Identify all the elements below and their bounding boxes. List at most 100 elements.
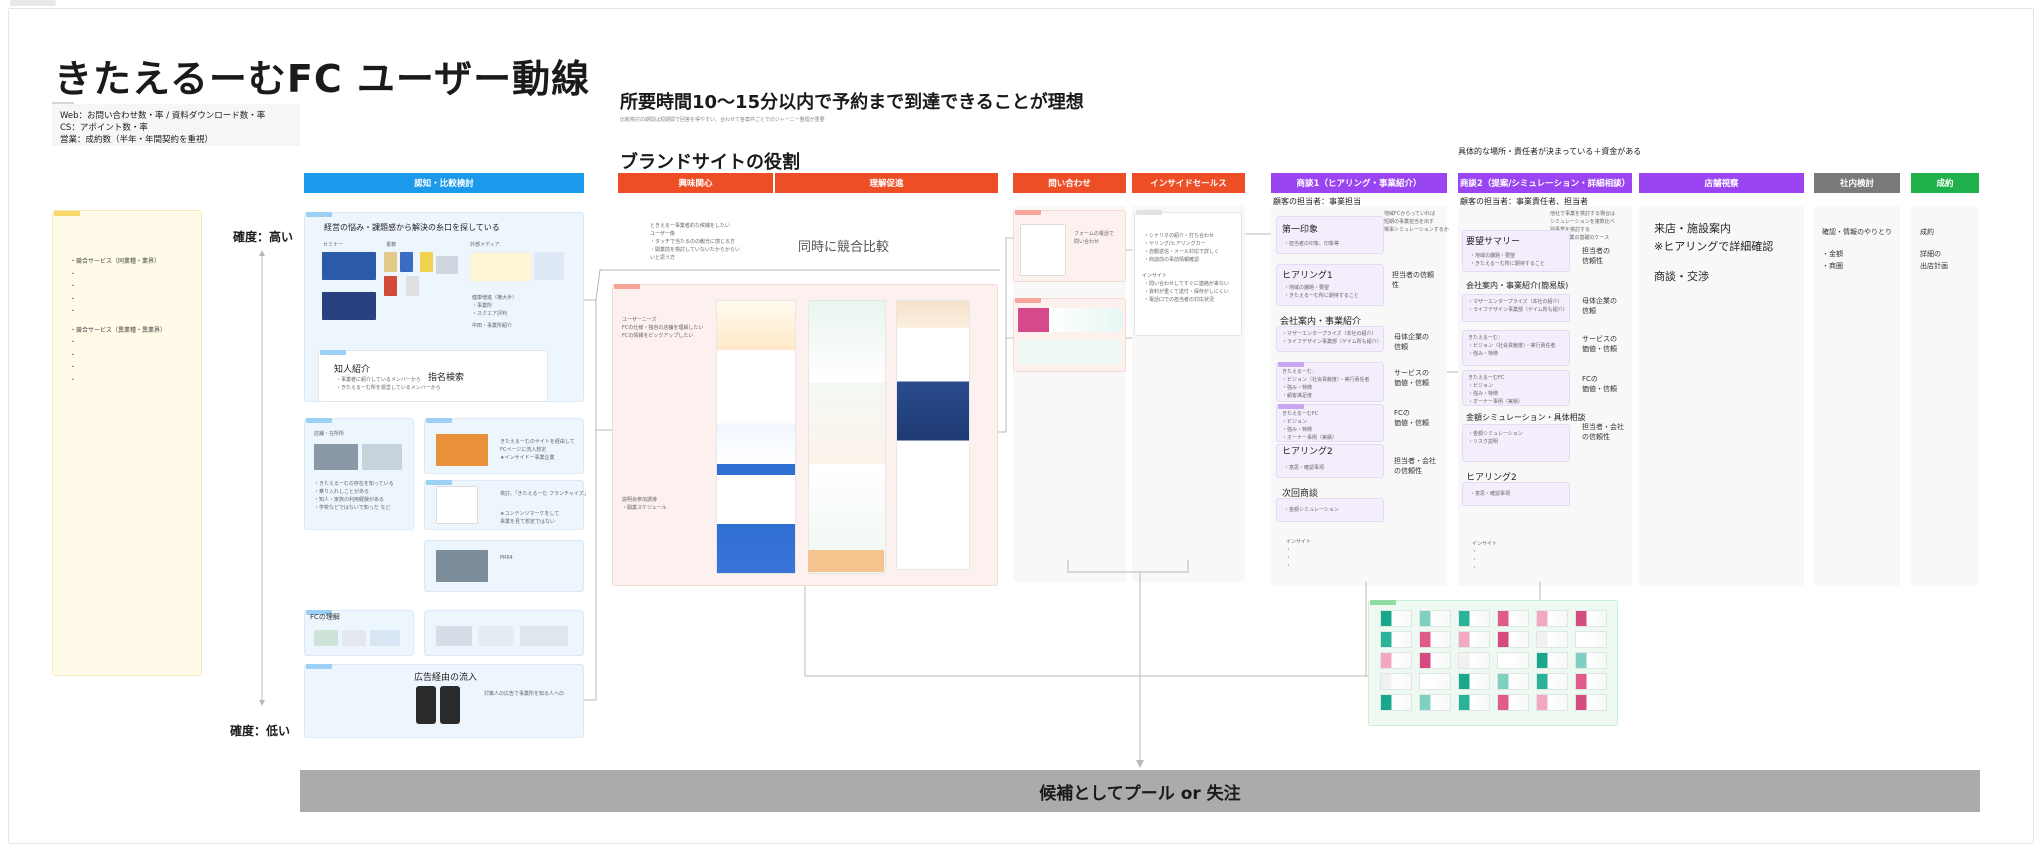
book-thumbnail [420,252,433,272]
compare-note: 同時に競合比較 [798,240,890,255]
meeting2-insight: インサイト ・ ・ ・ [1472,540,1497,572]
meeting2-trust-service: サービスの 価値・信頼 [1582,334,1617,354]
schedule-line: 説明会参加誘導 [622,497,658,503]
trust-line: 価値・信頼 [1394,419,1429,427]
trust-line: サービスの [1582,335,1617,343]
schedule-line: ・開業スケジュール [622,505,667,511]
trust-line: 担当者・会社 [1394,457,1436,465]
fc-detail-thumbnail [436,626,472,646]
kitaeru-lines: きたえるーむ： ・ビジョン（社会貢献度）・実行責任者 ・強み・特徴 ・顧客満足度 [1282,368,1370,400]
phone-mockup [416,686,436,724]
m2-hearing2-lines: ・意思・確認事項 [1470,491,1511,497]
company-intro-lines: ・マザーエンタープライズ（本社の紹介） ・ライフデザイン事業部（ゲイム所も紹介） [1282,330,1382,346]
trust-line: 担当者・会社 [1582,423,1624,431]
slide-thumbnail [1497,652,1529,669]
slide-thumbnail [1497,610,1529,627]
meeting2-note-line: シミュレーションを複数比べ [1550,219,1615,225]
fc-detail-thumbnail [478,626,514,646]
interest-line: ・タッチで当たるのの観光に感じる方 [650,239,736,245]
slide-thumbnail [1575,694,1607,711]
confidence-low: 確度：低い [230,724,291,738]
interest-line: ユーザー像 [650,231,675,237]
fc-line: きたえるーむFC [1282,411,1319,417]
meeting1-note-line: 地域FCからっていれば [1384,211,1436,217]
site-thumbnail [436,434,488,466]
simulation-title: 金額シミュレーション・具体相談 [1466,413,1586,422]
schedule-lines: 説明会参加誘導 ・開業スケジュール [622,496,667,512]
fc-line: ・オーナー事例（実績） [1468,399,1524,405]
inside-sales-line: ・シナリオの紹介・打ち合わせ [1144,233,1215,239]
competitor-item: ・ [70,308,77,315]
internal-line: ・商圏 [1822,262,1843,270]
materials-grid [1380,610,1610,718]
internal-line: 確認・情報のやりとり [1822,228,1892,236]
first-impression-title: 第一印象 [1282,225,1319,235]
user-needs: ユーザーニーズ FCの仕様・独自の店舗を理解したい FCの情報をピックアップした… [622,316,703,340]
meeting1-heading: 顧客の担当者：事業担当 [1273,197,1361,206]
visit-line: 来店・施設案内 [1654,222,1731,235]
meeting2-heading: 顧客の担当者：事業責任者、担当者 [1460,197,1588,206]
kitaeru-tag [1278,362,1304,367]
slide-thumbnail [1575,610,1607,627]
press-label: PR64 [500,555,513,561]
slide-thumbnail [1419,673,1451,690]
trust-line: FCの [1582,375,1598,383]
trust-line: 信頼 [1394,343,1408,351]
fc-line: ・強み・特徴 [1468,391,1499,397]
store-line: ・きたえるーむの存在を知っている [314,481,394,487]
simulation-line: ・リスク説明 [1468,439,1499,445]
summary-title: 要望サマリー [1466,237,1521,247]
media-line: ・事業所 [472,303,493,309]
fc-thumbnail [314,630,338,646]
slide-thumbnail [1458,652,1490,669]
meeting1-trust-company: 担当者・会社 の信頼性 [1394,456,1436,476]
inside-sales-insight: ・問い合わせしてすぐに連絡が来ない ・資料が重くて送付・保存がしにくい ・電話口… [1144,280,1229,304]
search-notes: ★コンテンツマーケをして 事業を見て想定ではない [500,510,559,526]
user-need-line: ユーザーニーズ [622,317,657,323]
fc-understanding-label: FCの理解 [310,613,340,621]
media-note: 中田・事業所紹介 [472,323,513,329]
interest-line: ・開業前を検討していないたからからい [650,247,740,253]
company-intro-line: ・ライフデザイン事業部（ゲイム所も紹介） [1282,339,1382,345]
meeting2-trust-rep: 担当者の 信頼性 [1582,246,1610,266]
trust-line: の信頼性 [1394,467,1422,475]
meeting2-trust-company: 担当者・会社 の信頼性 [1582,422,1624,442]
slide-thumbnail [1458,673,1490,690]
seminar-thumbnail [322,252,376,280]
interest-line: ときえるー事業者的な候補をしたい [650,223,730,229]
confidence-high: 確度：高い [233,230,294,244]
simple-intro-lines: ・マザーエンタープライズ（本社の紹介） ・ライフデザイン事業部（ゲイム所も紹介） [1468,298,1568,314]
insight-line: ・ [1286,563,1292,569]
referral-lines: ・事業者に紹介しているメンバーから ・きたえるーむ所を運営しているメンバーから [336,376,441,392]
user-need-line: FCの仕様・独自の店舗を理解したい [622,325,704,331]
competitor-item: ・ [70,351,77,359]
hearing1-line: ・地域の課題・要望 [1284,285,1330,291]
store-tag [306,418,332,423]
slide-thumbnail [1575,631,1607,648]
next-meeting-lines: ・金額シミュレーション [1284,507,1339,513]
kitaeru-line: きたえるーむ： [1468,335,1503,341]
site-line: ★インサイドー事業企業 [500,455,555,461]
simulation-lines: ・金額シミュレーション ・リスク説明 [1468,430,1523,446]
fc-thumbnail [342,630,366,646]
trust-line: 価値・信頼 [1582,345,1617,353]
slide-thumbnail [1419,610,1451,627]
insight-line: ・ [1472,557,1478,563]
media-label: 外部メディア [470,242,500,248]
inquiry-form-tag [1015,210,1041,215]
user-need-line: FCの情報をピックアップしたい [622,333,694,339]
lp-mockup [896,300,970,570]
slide-thumbnail [1380,652,1412,669]
fc-tag [1278,404,1304,409]
pool-bar: 候補としてプール or 失注 [300,770,1980,812]
site-tag [426,418,452,423]
fc-line: ・ビジョン [1282,419,1308,425]
form-thumbnail [1020,224,1066,276]
referral-tag [320,350,346,355]
slide-thumbnail [1536,694,1568,711]
book-thumbnail [436,256,458,274]
inside-sales-line: ・商談前の事前情報確認 [1144,257,1200,263]
insight-line: インサイト [1286,539,1312,545]
meeting1-insight: インサイト ・ ・ ・ [1286,538,1311,570]
fc-thumbnail [370,630,400,646]
